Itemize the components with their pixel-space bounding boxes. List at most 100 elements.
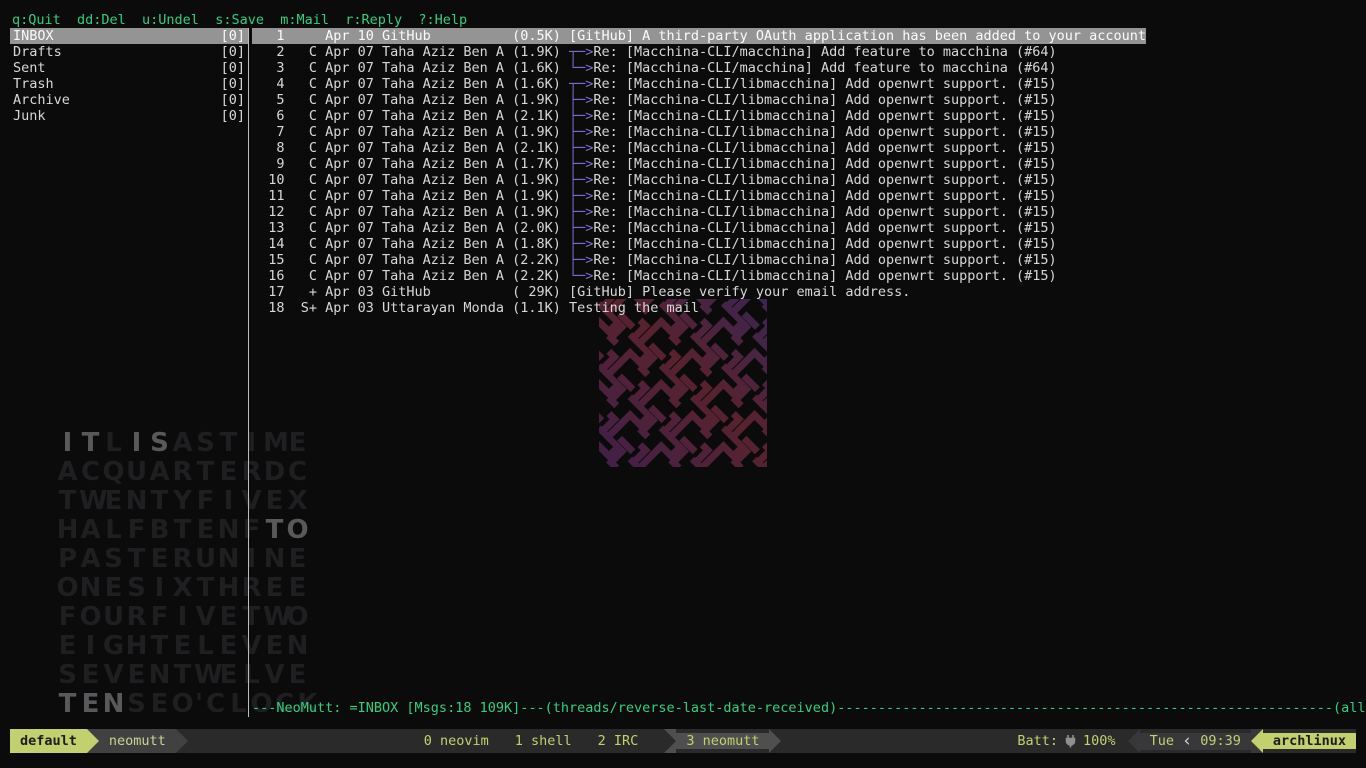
mail-row[interactable]: 2 C Apr 07 Taha Aziz Ben A (1.9K) ┬─>Re:… bbox=[252, 44, 1057, 60]
mail-row-meta: 10 C Apr 07 Taha Aziz Ben A (1.9K) bbox=[252, 172, 569, 188]
wordclock-letter: W bbox=[194, 660, 217, 690]
tmux-right-zone: Batt: 100% Tue ‹ 09:39 archlinux bbox=[1017, 729, 1356, 753]
mail-subject: Re: [Macchina-CLI/libmacchina] Add openw… bbox=[593, 172, 1056, 188]
powerline-arrow-icon bbox=[664, 729, 676, 753]
wordclock-row: EIGHTELEVEN bbox=[56, 631, 319, 660]
mailbox-count: [0] bbox=[221, 44, 245, 60]
sidebar-item-sent[interactable]: Sent [0] bbox=[10, 60, 248, 76]
wordclock-letter: Y bbox=[171, 486, 194, 516]
sidebar-item-archive[interactable]: Archive[0] bbox=[10, 92, 248, 108]
wordclock-letter: I bbox=[79, 631, 102, 661]
mail-row-meta: 7 C Apr 07 Taha Aziz Ben A (1.9K) bbox=[252, 124, 569, 140]
wordclock-letter: A bbox=[79, 515, 102, 545]
maze-artwork bbox=[599, 299, 767, 471]
wordclock-letter: N bbox=[286, 631, 309, 661]
mail-row[interactable]: 6 C Apr 07 Taha Aziz Ben A (2.1K) ├─>Re:… bbox=[252, 108, 1057, 124]
mailbox-count: [0] bbox=[221, 60, 245, 76]
mail-row-meta: 4 C Apr 07 Taha Aziz Ben A (1.6K) bbox=[252, 76, 569, 92]
mail-row-meta: 12 C Apr 07 Taha Aziz Ben A (1.9K) bbox=[252, 204, 569, 220]
wordclock-row: ACQUARTERDC bbox=[56, 457, 319, 486]
mail-row[interactable]: 16 C Apr 07 Taha Aziz Ben A (2.2K) └─>Re… bbox=[252, 268, 1057, 284]
wordclock-letter: N bbox=[217, 544, 240, 574]
wordclock-letter: T bbox=[194, 457, 217, 487]
wordclock-letter: T bbox=[148, 486, 171, 516]
tmux-status-bar: default neomutt 0 neovim1 shell2 IRC3 ne… bbox=[10, 729, 1356, 753]
mail-row[interactable]: 4 C Apr 07 Taha Aziz Ben A (1.6K) ┬─>Re:… bbox=[252, 76, 1057, 92]
wordclock-letter: R bbox=[240, 457, 263, 487]
mail-subject: Re: [Macchina-CLI/libmacchina] Add openw… bbox=[593, 220, 1056, 236]
mailbox-name: Junk bbox=[13, 108, 46, 124]
mail-row-meta: 1 Apr 10 GitHub (0.5K) bbox=[252, 28, 569, 44]
wordclock-letter: T bbox=[148, 631, 171, 661]
mail-row[interactable]: 7 C Apr 07 Taha Aziz Ben A (1.9K) ├─>Re:… bbox=[252, 124, 1057, 140]
mail-row[interactable]: 9 C Apr 07 Taha Aziz Ben A (1.7K) ├─>Re:… bbox=[252, 156, 1057, 172]
wordclock-letter: F bbox=[125, 515, 148, 545]
tmux-window-2-IRC[interactable]: 2 IRC bbox=[598, 729, 639, 753]
mail-row-meta: 2 C Apr 07 Taha Aziz Ben A (1.9K) bbox=[252, 44, 569, 60]
mail-row[interactable]: 11 C Apr 07 Taha Aziz Ben A (1.9K) ├─>Re… bbox=[252, 188, 1057, 204]
thread-arrow-icon: ├─> bbox=[569, 108, 593, 124]
tmux-session-name[interactable]: default bbox=[10, 729, 87, 753]
mail-subject: Re: [Macchina-CLI/libmacchina] Add openw… bbox=[593, 268, 1056, 284]
wordclock-letter: O bbox=[286, 602, 309, 632]
wordclock-letter: S bbox=[125, 573, 148, 603]
wordclock-letter: E bbox=[263, 486, 286, 516]
tmux-time: 09:39 bbox=[1200, 733, 1241, 749]
wordclock-letter: I bbox=[171, 602, 194, 632]
wordclock-letter: E bbox=[217, 660, 240, 690]
sidebar-item-junk[interactable]: Junk[0] bbox=[10, 108, 248, 124]
wordclock-letter: E bbox=[217, 457, 240, 487]
mailbox-count: [0] bbox=[221, 92, 245, 108]
mail-row[interactable]: 8 C Apr 07 Taha Aziz Ben A (2.1K) ├─>Re:… bbox=[252, 140, 1057, 156]
mail-row[interactable]: 18 S+ Apr 03 Uttarayan Monda (1.1K) Test… bbox=[252, 300, 699, 316]
mail-row[interactable]: 14 C Apr 07 Taha Aziz Ben A (1.8K) ├─>Re… bbox=[252, 236, 1057, 252]
tmux-window-1-shell[interactable]: 1 shell bbox=[515, 729, 572, 753]
wordclock-letter: E bbox=[217, 602, 240, 632]
thread-arrow-icon: ├─> bbox=[569, 252, 593, 268]
neomutt-status-line: ---NeoMutt: =INBOX [Msgs:18 109K]---(thr… bbox=[252, 700, 1366, 716]
mail-subject: Re: [Macchina-CLI/macchina] Add feature … bbox=[593, 44, 1056, 60]
sidebar-item-inbox[interactable]: INBOX[0] bbox=[10, 28, 248, 44]
mail-row-meta: 6 C Apr 07 Taha Aziz Ben A (2.1K) bbox=[252, 108, 569, 124]
mail-row[interactable]: 1 Apr 10 GitHub (0.5K) [GitHub] A third-… bbox=[252, 28, 1146, 44]
tmux-window-label: 0 neovim bbox=[424, 733, 489, 749]
mail-row[interactable]: 13 C Apr 07 Taha Aziz Ben A (2.0K) ├─>Re… bbox=[252, 220, 1057, 236]
wordclock-letter: F bbox=[194, 486, 217, 516]
wordclock-letter: I bbox=[125, 428, 148, 458]
mail-row-meta: 17 + Apr 03 GitHub ( 29K) bbox=[252, 284, 569, 300]
wordclock-row: HALFBTENFTO bbox=[56, 515, 319, 544]
wordclock-letter: N bbox=[263, 544, 286, 574]
mail-subject: [GitHub] A third-party OAuth application… bbox=[569, 28, 1146, 44]
tmux-active-window-label: 3 neomutt bbox=[676, 733, 769, 749]
tmux-window-label: 2 IRC bbox=[598, 733, 639, 749]
sidebar-item-drafts[interactable]: Drafts[0] bbox=[10, 44, 248, 60]
mailbox-name: INBOX bbox=[13, 28, 54, 44]
mail-subject: Re: [Macchina-CLI/libmacchina] Add openw… bbox=[593, 140, 1056, 156]
wordclock-letter: L bbox=[102, 515, 125, 545]
powerline-arrow-icon bbox=[1251, 729, 1263, 753]
mail-row[interactable]: 12 C Apr 07 Taha Aziz Ben A (1.9K) ├─>Re… bbox=[252, 204, 1057, 220]
sidebar-item-trash[interactable]: Trash[0] bbox=[10, 76, 248, 92]
mailbox-name: Sent bbox=[13, 60, 46, 76]
thread-arrow-icon: ├─> bbox=[569, 124, 593, 140]
tmux-day: Tue bbox=[1150, 733, 1174, 749]
wordclock-letter: A bbox=[148, 457, 171, 487]
mail-row[interactable]: 3 C Apr 07 Taha Aziz Ben A (1.6K) └─>Re:… bbox=[252, 60, 1057, 76]
mail-row[interactable]: 17 + Apr 03 GitHub ( 29K) [GitHub] Pleas… bbox=[252, 284, 910, 300]
sidebar-divider bbox=[248, 28, 249, 717]
mail-row-meta: 3 C Apr 07 Taha Aziz Ben A (1.6K) bbox=[252, 60, 569, 76]
wordclock-letter: V bbox=[240, 631, 263, 661]
mail-row[interactable]: 5 C Apr 07 Taha Aziz Ben A (1.9K) ├─>Re:… bbox=[252, 92, 1057, 108]
wordclock-wallpaper: ITLISASTIMEACQUARTERDCTWENTYFIVEXHALFBTE… bbox=[56, 428, 319, 718]
mail-row[interactable]: 10 C Apr 07 Taha Aziz Ben A (1.9K) ├─>Re… bbox=[252, 172, 1057, 188]
mail-row[interactable]: 15 C Apr 07 Taha Aziz Ben A (2.2K) ├─>Re… bbox=[252, 252, 1057, 268]
wordclock-letter: E bbox=[102, 573, 125, 603]
tmux-window-3-neomutt[interactable]: 3 neomutt bbox=[664, 729, 781, 753]
mail-subject: Re: [Macchina-CLI/libmacchina] Add openw… bbox=[593, 188, 1056, 204]
tmux-window-0-neovim[interactable]: 0 neovim bbox=[424, 729, 489, 753]
wordclock-letter: V bbox=[263, 660, 286, 690]
mail-subject: Re: [Macchina-CLI/libmacchina] Add openw… bbox=[593, 252, 1056, 268]
wordclock-letter: S bbox=[125, 689, 148, 719]
wordclock-letter: R bbox=[240, 573, 263, 603]
wordclock-letter: S bbox=[194, 428, 217, 458]
